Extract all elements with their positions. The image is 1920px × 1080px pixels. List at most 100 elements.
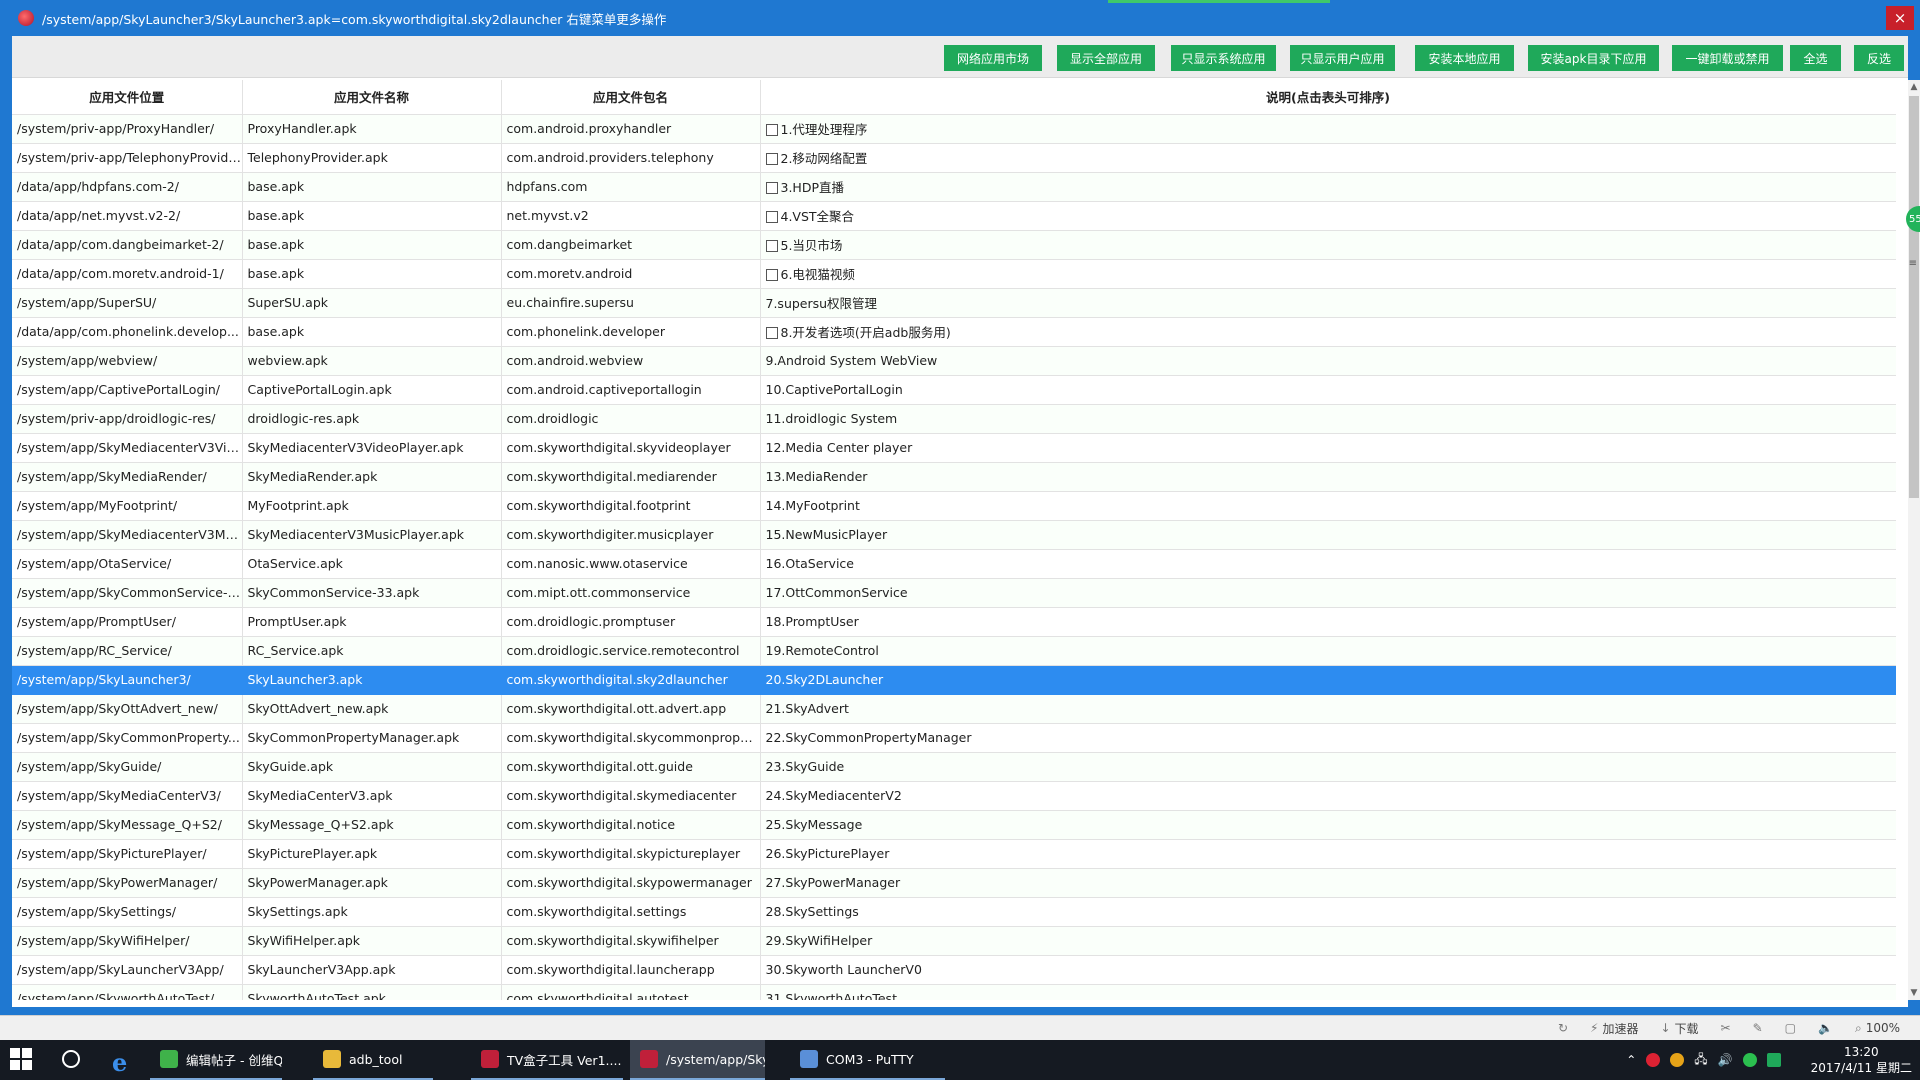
table-row[interactable]: /system/app/SkyMediacenterV3Mus... SkyMed… <box>12 520 1896 550</box>
table-row[interactable]: /system/priv-app/TelephonyProvider/Telep… <box>12 143 1896 173</box>
show-all-button[interactable]: 显示全部应用 <box>1057 45 1155 71</box>
network-icon[interactable]: 🖧 <box>1694 1050 1707 1071</box>
table-row[interactable]: /system/app/SkySettings/SkySettings.apk c… <box>12 897 1896 927</box>
edit-icon[interactable]: ✎ <box>1753 1021 1763 1035</box>
table-row[interactable]: /system/app/CaptivePortalLogin/CaptivePo… <box>12 375 1896 405</box>
cell-text: 14.MyFootprint <box>765 498 860 513</box>
table-row[interactable]: /system/app/RC_Service/RC_Service.apk com… <box>12 636 1896 666</box>
volume-icon[interactable]: 🔈 <box>1818 1021 1833 1035</box>
cell-text: 5.当贝市场 <box>780 238 843 253</box>
scroll-thumb[interactable] <box>1909 96 1919 498</box>
table-row[interactable]: /system/priv-app/droidlogic-res/droidlog… <box>12 404 1896 434</box>
table-row[interactable]: /system/app/webview/webview.apk com.andro… <box>12 346 1896 376</box>
taskbar-item[interactable]: 编辑帖子 - 创维Q... <box>150 1040 282 1080</box>
windows-start-icon[interactable] <box>10 1048 34 1072</box>
cell-text: 30.Skyworth LauncherV0 <box>765 962 922 977</box>
column-header-file[interactable]: 应用文件名称 <box>242 80 502 115</box>
row-checkbox[interactable] <box>765 182 778 194</box>
download-item[interactable]: ↓ 下载 <box>1660 1020 1698 1037</box>
system-clock[interactable]: 13:20 2017/4/11 星期二 <box>1811 1044 1912 1076</box>
scroll-down-icon[interactable]: ▼ <box>1908 986 1920 1000</box>
row-checkbox[interactable] <box>765 124 778 136</box>
app-table-container: 应用文件位置 应用文件名称 应用文件包名 说明(点击表头可排序) /system… <box>12 80 1896 1000</box>
title-bar[interactable]: /system/app/SkyLauncher3/SkyLauncher3.ap… <box>0 0 1920 36</box>
table-row[interactable]: /system/app/SkyPicturePlayer/SkyPictureP… <box>12 839 1896 869</box>
install-local-button[interactable]: 安装本地应用 <box>1415 45 1514 71</box>
table-row[interactable]: /system/app/SkyworthAutoTest/SkyworthAut… <box>12 984 1896 1000</box>
cell-text: droidlogic-res.apk <box>247 411 360 426</box>
accelerator-item[interactable]: ⚡ 加速器 <box>1590 1020 1638 1037</box>
edge-browser-icon[interactable]: e <box>112 1048 127 1077</box>
table-row[interactable]: /data/app/com.phonelink.develop... base.a… <box>12 317 1896 347</box>
taskbar-item[interactable]: adb_tool <box>313 1040 433 1080</box>
table-row[interactable]: /system/app/SkyMediaCenterV3/SkyMediaCen… <box>12 781 1896 811</box>
cell-text: /system/app/SkyWifiHelper/ <box>17 933 190 948</box>
history-icon[interactable]: ↻ <box>1558 1021 1568 1035</box>
row-checkbox[interactable] <box>765 269 778 281</box>
app-icon <box>18 10 34 26</box>
install-apk-dir-button[interactable]: 安装apk目录下应用 <box>1528 45 1659 71</box>
window-icon[interactable]: ▢ <box>1785 1021 1796 1035</box>
table-row[interactable]: /system/app/SkyLauncherV3App/SkyLauncher… <box>12 955 1896 985</box>
table-row[interactable]: /data/app/com.dangbeimarket-2/base.apk co… <box>12 230 1896 260</box>
tray-expand-icon[interactable]: ⌃ <box>1626 1053 1636 1067</box>
cell-text: com.android.proxyhandler <box>506 121 672 136</box>
invert-selection-button[interactable]: 反选 <box>1854 45 1904 71</box>
row-checkbox[interactable] <box>765 327 778 339</box>
row-checkbox[interactable] <box>765 153 778 165</box>
column-header-path[interactable]: 应用文件位置 <box>12 80 243 115</box>
cell-text: 7.supersu权限管理 <box>765 296 878 311</box>
taskbar-item[interactable]: /system/app/Sky... <box>630 1040 765 1080</box>
cortana-icon[interactable] <box>62 1050 80 1068</box>
uninstall-disable-button[interactable]: 一键卸载或禁用 <box>1672 45 1783 71</box>
select-all-button[interactable]: 全选 <box>1790 45 1841 71</box>
taskbar-item-label: adb_tool <box>349 1051 403 1067</box>
table-row[interactable]: /system/app/SkyCommonProperty... SkyCommo… <box>12 723 1896 753</box>
table-row[interactable]: /system/app/OtaService/OtaService.apk com… <box>12 549 1896 579</box>
table-row[interactable]: /system/app/SkyOttAdvert_new/SkyOttAdver… <box>12 694 1896 724</box>
table-row[interactable]: /system/app/SkyCommonService-33/SkyCommo… <box>12 578 1896 608</box>
table-row[interactable]: /system/app/SkyGuide/SkyGuide.apk com.sky… <box>12 752 1896 782</box>
taskbar-item[interactable]: TV盒子工具 Ver1.... <box>471 1040 623 1080</box>
show-user-button[interactable]: 只显示用户应用 <box>1290 45 1395 71</box>
table-row[interactable]: /system/app/SkyMessage_Q+S2/SkyMessage_Q… <box>12 810 1896 840</box>
column-header-description[interactable]: 说明(点击表头可排序) <box>760 80 1896 115</box>
table-row[interactable]: /system/app/SkyWifiHelper/SkyWifiHelper.… <box>12 926 1896 956</box>
tray-app-icon[interactable] <box>1670 1053 1685 1067</box>
cell-text: SkyOttAdvert_new.apk <box>247 701 389 716</box>
table-cell-file: base.apk <box>242 201 502 231</box>
taskbar-item[interactable]: COM3 - PuTTY <box>790 1040 945 1080</box>
table-cell-pkg: com.android.webview <box>501 346 761 376</box>
tray-app-icon[interactable] <box>1646 1053 1661 1067</box>
app-market-button[interactable]: 网络应用市场 <box>944 45 1042 71</box>
table-row[interactable]: /data/app/hdpfans.com-2/base.apk hdpfans.… <box>12 172 1896 202</box>
cell-text: base.apk <box>247 237 305 252</box>
tray-app-icon[interactable] <box>1742 1053 1757 1067</box>
tray-app-icon[interactable] <box>1766 1053 1781 1067</box>
cell-text: 28.SkySettings <box>765 904 859 919</box>
cell-text: /system/app/MyFootprint/ <box>17 498 178 513</box>
column-header-package[interactable]: 应用文件包名 <box>501 80 761 115</box>
table-row[interactable]: /system/app/MyFootprint/MyFootprint.apk c… <box>12 491 1896 521</box>
show-system-button[interactable]: 只显示系统应用 <box>1171 45 1276 71</box>
zoom-item[interactable]: ⌕ 100% <box>1855 1021 1900 1036</box>
table-row[interactable]: /system/app/SkyLauncher3/SkyLauncher3.ap… <box>12 665 1896 695</box>
table-row[interactable]: /system/app/SuperSU/SuperSU.apk eu.chainf… <box>12 288 1896 318</box>
table-cell-pkg: com.skyworthdigital.autotest <box>501 984 761 1000</box>
table-row[interactable]: /data/app/com.moretv.android-1/base.apk c… <box>12 259 1896 289</box>
row-checkbox[interactable] <box>765 240 778 252</box>
row-checkbox[interactable] <box>765 211 778 223</box>
table-row[interactable]: /system/app/SkyMediacenterV3Vid... SkyMed… <box>12 433 1896 463</box>
table-row[interactable]: /system/app/SkyMediaRender/SkyMediaRende… <box>12 462 1896 492</box>
cell-text: /system/app/SkyMediaCenterV3/ <box>17 788 221 803</box>
screenshot-icon[interactable]: ✂ <box>1721 1021 1731 1035</box>
table-row[interactable]: /data/app/net.myvst.v2-2/base.apk net.myv… <box>12 201 1896 231</box>
cell-text: com.dangbeimarket <box>506 237 633 252</box>
cell-text: com.droidlogic <box>506 411 599 426</box>
table-row[interactable]: /system/app/SkyPowerManager/SkyPowerMana… <box>12 868 1896 898</box>
speaker-icon[interactable]: 🔊 <box>1718 1053 1733 1067</box>
close-button[interactable]: × <box>1886 6 1914 30</box>
table-row[interactable]: /system/priv-app/ProxyHandler/ProxyHandl… <box>12 114 1896 144</box>
table-row[interactable]: /system/app/PromptUser/PromptUser.apk com… <box>12 607 1896 637</box>
scroll-up-icon[interactable]: ▲ <box>1908 80 1920 94</box>
